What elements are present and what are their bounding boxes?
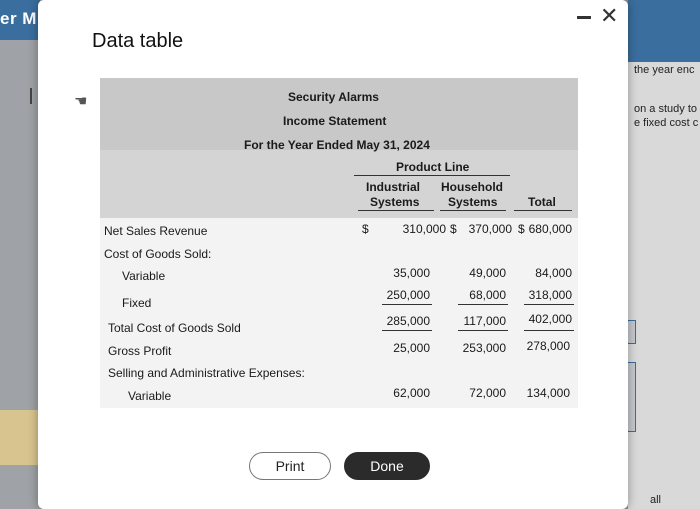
subtotal-underline xyxy=(458,330,508,331)
background-app-title: er M xyxy=(0,9,37,28)
row-label: Net Sales Revenue xyxy=(104,224,208,238)
subtotal-underline xyxy=(524,330,574,331)
row-value: 72,000 xyxy=(469,386,506,400)
done-button[interactable]: Done xyxy=(344,452,430,480)
row-value: 117,000 xyxy=(463,314,507,328)
product-line-header: Product Line xyxy=(396,160,470,174)
background-text-1: the year enc xyxy=(634,64,695,76)
row-value: 370,000 xyxy=(468,222,512,236)
col-underline xyxy=(358,210,434,211)
background-highlight xyxy=(0,410,40,465)
company-name: Security Alarms xyxy=(288,90,379,104)
row-label: Gross Profit xyxy=(108,344,172,358)
row-value: 62,000 xyxy=(393,386,430,400)
row-label: Variable xyxy=(128,389,172,403)
background-text-2: on a study to xyxy=(634,103,697,115)
subtotal-underline xyxy=(382,330,432,331)
row-value: 318,000 xyxy=(528,288,572,302)
row-value: 25,000 xyxy=(393,341,430,355)
row-value: 68,000 xyxy=(469,288,506,302)
background-right-panel xyxy=(628,0,700,509)
currency-symbol: $ xyxy=(362,222,369,236)
background-text-3: e fixed cost c xyxy=(634,117,699,129)
row-value: 49,000 xyxy=(469,266,506,280)
income-statement-table: ☚ Security Alarms Income Statement For t… xyxy=(74,78,578,408)
row-value: 680,000 xyxy=(528,222,572,236)
close-icon[interactable]: ✕ xyxy=(600,2,618,30)
row-label: Cost of Goods Sold: xyxy=(104,247,212,261)
col-underline xyxy=(440,210,506,211)
row-value: 84,000 xyxy=(535,266,572,280)
row-value: 310,000 xyxy=(402,222,446,236)
subtotal-underline xyxy=(382,304,432,305)
minimize-icon[interactable] xyxy=(577,16,591,19)
statement-name: Income Statement xyxy=(283,114,387,128)
statement-period: For the Year Ended May 31, 2024 xyxy=(244,138,430,152)
subtotal-underline xyxy=(458,304,508,305)
col-industrial-line1: Industrial xyxy=(366,180,421,194)
row-value: 285,000 xyxy=(386,314,430,328)
row-label: Selling and Administrative Expenses: xyxy=(108,366,305,380)
col-underline xyxy=(514,210,572,211)
row-value: 253,000 xyxy=(462,341,506,355)
row-label: Variable xyxy=(122,269,166,283)
row-value: 35,000 xyxy=(393,266,430,280)
background-text-4: all xyxy=(650,494,662,506)
background-right-header xyxy=(628,0,700,62)
col-total: Total xyxy=(528,195,556,209)
row-label: Total Cost of Goods Sold xyxy=(108,321,241,335)
hand-pointer-icon: ☚ xyxy=(74,93,88,110)
row-value: 278,000 xyxy=(526,339,570,353)
data-table-dialog: Data table ✕ ☚ Security Alarms Income St… xyxy=(38,0,628,509)
col-industrial-line2: Systems xyxy=(370,195,420,209)
col-household-line1: Household xyxy=(441,180,503,194)
subtotal-underline xyxy=(524,304,574,305)
print-button[interactable]: Print xyxy=(249,452,331,480)
dialog-title: Data table xyxy=(92,30,184,52)
column-header-band xyxy=(100,150,578,218)
text-cursor-icon xyxy=(30,88,38,104)
row-value: 402,000 xyxy=(528,312,572,326)
row-value: 134,000 xyxy=(526,386,570,400)
row-value: 250,000 xyxy=(386,288,430,302)
row-label: Fixed xyxy=(122,296,152,310)
col-household-line2: Systems xyxy=(448,195,498,209)
header-underline xyxy=(354,175,510,176)
